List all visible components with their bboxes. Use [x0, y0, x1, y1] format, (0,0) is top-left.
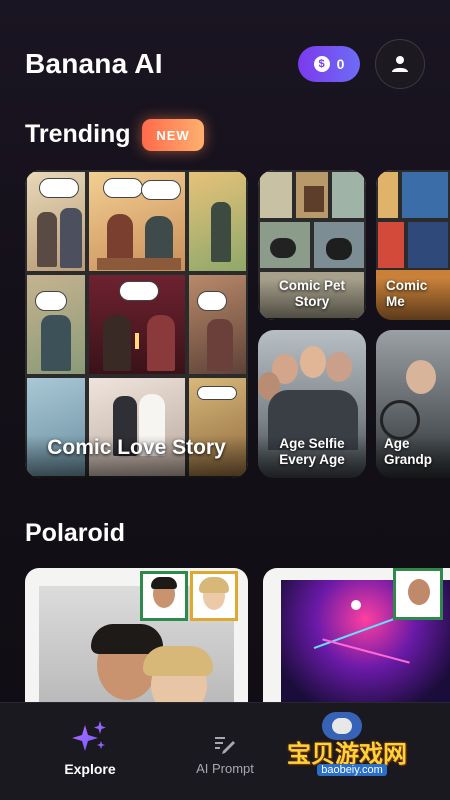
new-badge: NEW	[142, 119, 204, 151]
thumbnail-woman	[190, 571, 238, 621]
comic-panel	[258, 220, 312, 270]
thumbnail-man	[393, 568, 443, 620]
comic-panel	[87, 273, 187, 376]
sparkles-icon	[72, 721, 106, 751]
profile-button[interactable]	[375, 39, 425, 89]
nav-ai-prompt-label: AI Prompt	[196, 761, 254, 776]
card-label: Comic Pet Story	[258, 277, 366, 320]
header: Banana AI $ 0	[0, 0, 450, 120]
comic-panel	[187, 170, 248, 273]
card-label: Comic Love Story	[25, 434, 248, 478]
watermark-url: baobeiy.com	[317, 764, 387, 776]
comic-panel	[376, 220, 406, 270]
comic-panel	[258, 170, 294, 220]
edit-prompt-icon	[215, 737, 235, 754]
thumbnail-man	[140, 571, 188, 621]
card-label: Age Grandp	[376, 435, 450, 478]
comic-panel	[376, 170, 400, 220]
card-comic-me[interactable]: Comic Me	[376, 170, 450, 320]
card-age-selfie[interactable]: Age Selfie Every Age	[258, 330, 366, 478]
coin-count: 0	[336, 56, 345, 72]
card-comic-love-story[interactable]: Comic Love Story	[25, 170, 248, 478]
coin-balance-button[interactable]: $ 0	[298, 46, 360, 82]
comic-panel	[187, 273, 248, 376]
card-label: Comic Me	[376, 277, 450, 320]
nav-ai-prompt[interactable]: AI Prompt	[190, 733, 260, 776]
comic-panel	[294, 170, 330, 220]
comic-panel	[87, 170, 187, 273]
trending-title: Trending	[25, 120, 131, 148]
polaroid-card-couple[interactable]	[25, 568, 248, 708]
comic-panel	[312, 220, 366, 270]
coin-icon: $	[313, 56, 330, 72]
comic-panel	[330, 170, 366, 220]
card-age-grandparents[interactable]: Age Grandp	[376, 330, 450, 478]
polaroid-card-party[interactable]	[263, 568, 450, 708]
nav-explore[interactable]: Explore	[62, 719, 118, 777]
card-label: Age Selfie Every Age	[258, 435, 366, 478]
nav-explore-label: Explore	[64, 761, 116, 777]
comic-panel	[400, 170, 450, 220]
comic-panel	[25, 273, 87, 376]
comic-panel	[25, 170, 87, 273]
polaroid-title: Polaroid	[25, 519, 126, 547]
user-icon	[392, 56, 408, 72]
comic-panel	[406, 220, 450, 270]
watermark: 宝贝游戏网 baobeiy.com	[272, 712, 422, 782]
app-title: Banana AI	[25, 48, 163, 79]
card-comic-pet-story[interactable]: Comic Pet Story	[258, 170, 366, 320]
